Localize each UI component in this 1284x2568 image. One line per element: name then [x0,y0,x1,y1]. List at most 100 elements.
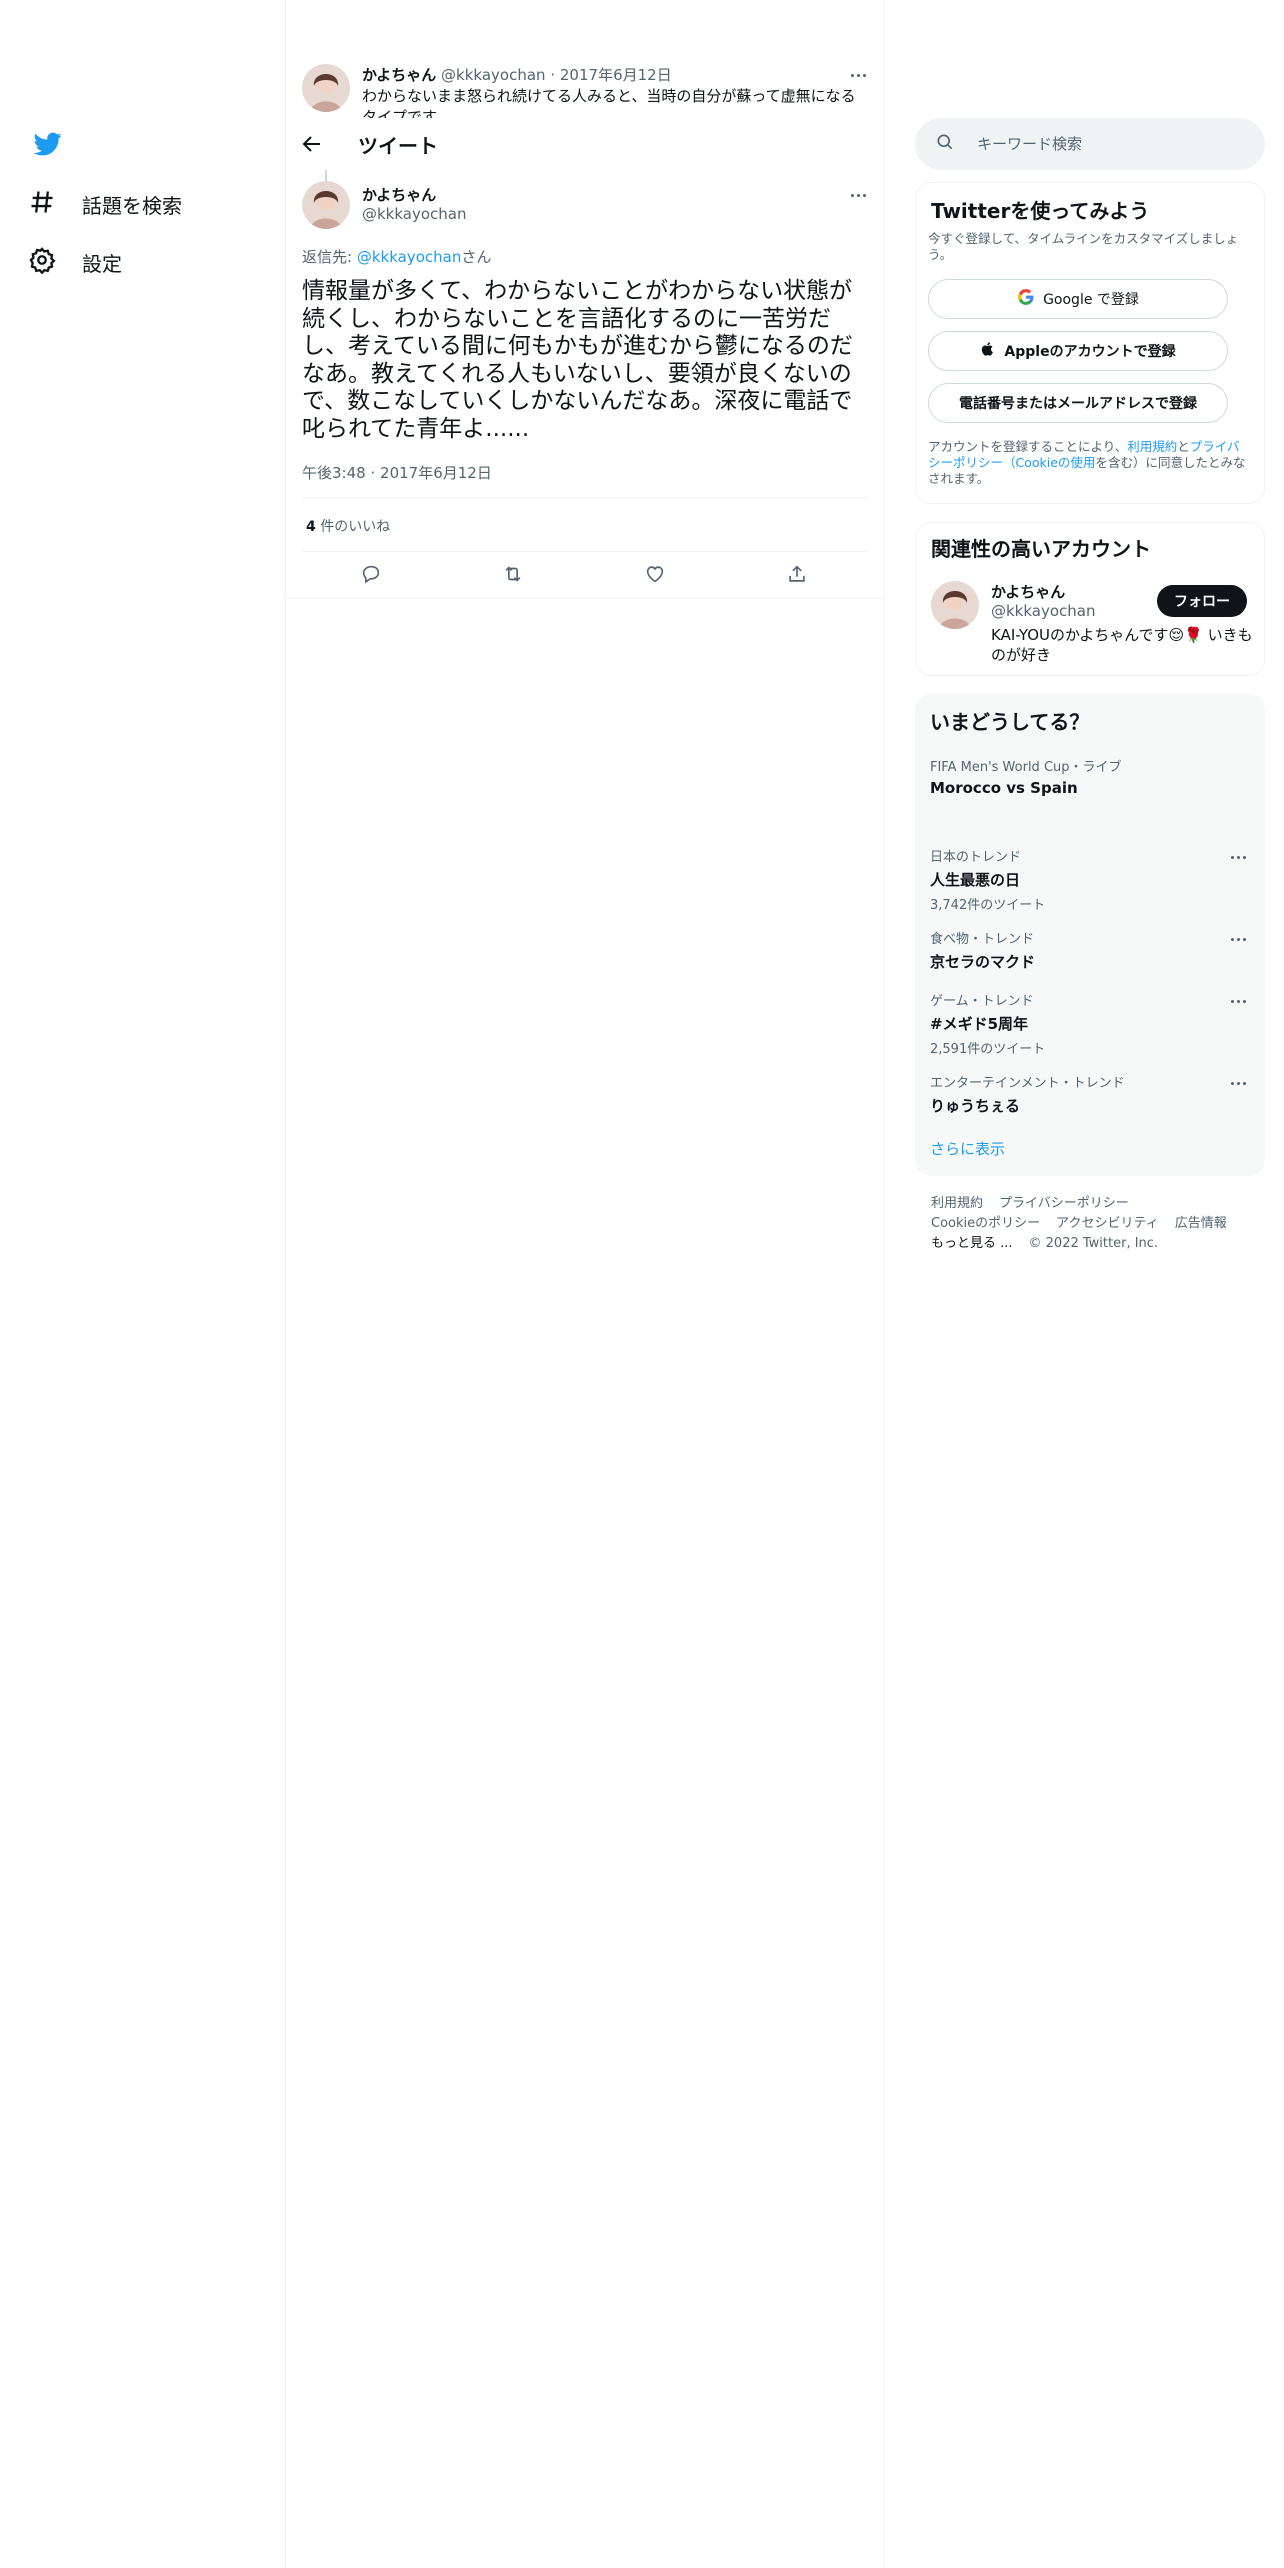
trend-item[interactable]: ゲーム・トレンド #メギド5周年 2,591件のツイート [930,990,1250,1057]
signup-subtitle: 今すぐ登録して、タイムラインをカスタマイズしましょう。 [928,231,1239,262]
reply-to-line: 返信先: @kkkayochanさん [302,246,491,267]
related-title: 関連性の高いアカウント [931,537,1151,561]
signup-card: Twitterを使ってみよう 今すぐ登録して、タイムラインをカスタマイズしましょ… [915,182,1265,504]
signup-legal-text: アカウントを登録することにより、利用規約とプライバシーポリシー（Cookieの使… [928,439,1250,487]
signup-title: Twitterを使ってみよう [931,199,1150,223]
footer-cookie-link[interactable]: Cookieのポリシー [931,1216,1040,1231]
trend-context: ゲーム・トレンド [930,994,1034,1009]
search-icon [935,132,955,156]
google-icon [1017,288,1035,310]
trend-name: #メギド5周年 [930,1015,1029,1033]
legal-and: と [1177,439,1190,454]
footer-links: Cookieのポリシー アクセシビリティ 広告情報 [931,1212,1243,1231]
reply-icon[interactable] [360,563,382,589]
tweet-more-icon[interactable] [846,188,870,202]
search-bar[interactable] [915,118,1265,170]
trend-name: Morocco vs Spain [930,779,1078,797]
related-account-bio: KAI-YOUのかよちゃんです😌🌹 いきものが好き [991,626,1253,664]
footer-links: 利用規約 プライバシーポリシー [931,1192,1145,1211]
divider [286,598,884,599]
show-more-link[interactable]: さらに表示 [930,1138,1005,1159]
tweet-body: 情報量が多くて、わからないことがわからない状態が続くし、わからないことを言語化す… [302,278,853,442]
terms-link[interactable]: 利用規約 [1127,439,1177,454]
parent-tweet-text: わからないまま怒られ続けてる人みると、当時の自分が蘇って虚無になるタイプです [362,87,856,118]
nav-explore[interactable]: 話題を検索 [28,182,182,226]
right-column-divider [884,0,885,2568]
divider [302,497,868,498]
trend-more-icon[interactable] [1226,994,1250,1008]
tweet-avatar[interactable] [302,181,350,229]
google-signup-label: Google で登録 [1043,292,1139,308]
trend-item[interactable]: FIFA Men's World Cup・ライブ Morocco vs Spai… [930,756,1250,797]
tweet-timestamp[interactable]: 午後3:48 · 2017年6月12日 [302,462,492,483]
retweet-icon[interactable] [502,563,524,589]
trend-context: FIFA Men's World Cup・ライブ [930,760,1122,775]
phone-email-signup-label: 電話番号またはメールアドレスで登録 [959,396,1197,412]
gear-icon [28,246,56,279]
twitter-logo-icon[interactable] [32,130,64,158]
trend-context: 食べ物・トレンド [930,932,1035,947]
apple-signup-button[interactable]: Appleのアカウントで登録 [928,331,1228,371]
trends-card: いまどうしてる？ FIFA Men's World Cup・ライブ Morocc… [915,694,1265,1176]
tweet-actions [302,552,868,598]
related-account-handle[interactable]: @kkkayochan [991,602,1096,620]
footer-accessibility-link[interactable]: アクセシビリティ [1056,1216,1159,1231]
related-accounts-card: 関連性の高いアカウント かよちゃん @kkkayochan フォロー KAI-Y… [915,522,1265,676]
back-arrow-icon[interactable] [300,132,326,158]
phone-email-signup-button[interactable]: 電話番号またはメールアドレスで登録 [928,383,1228,423]
parent-tweet-header: かよちゃん @kkkayochan · 2017年6月12日 [362,64,672,85]
tweet-author-handle[interactable]: @kkkayochan [362,205,467,223]
tweet-meta-separator: · [370,464,376,482]
likes-count: 4 [306,519,316,535]
follow-button[interactable]: フォロー [1157,585,1247,617]
trend-context: エンターテインメント・トレンド [930,1076,1125,1091]
parent-author-handle[interactable]: @kkkayochan [441,66,546,84]
tweet-date: 2017年6月12日 [380,464,492,482]
parent-date[interactable]: 2017年6月12日 [560,66,672,84]
trend-item[interactable]: 日本のトレンド 人生最悪の日 3,742件のツイート [930,846,1250,913]
footer-more-link[interactable]: もっと見る ... [931,1236,1013,1251]
trend-context: 日本のトレンド [930,850,1022,865]
trend-more-icon[interactable] [1226,932,1250,946]
tweet-header-bar: ツイート [286,118,884,172]
tweet-time: 午後3:48 [302,464,366,482]
apple-icon [980,340,996,362]
trends-title: いまどうしてる？ [930,710,1090,734]
google-signup-button[interactable]: Google で登録 [928,279,1228,319]
reply-suffix: さん [461,248,492,266]
likes-label: 件のいいね [320,519,391,535]
left-column-divider [285,0,286,2568]
hashtag-icon [28,188,56,221]
footer-copyright: © 2022 Twitter, Inc. [1028,1236,1159,1251]
search-input[interactable] [977,135,1237,153]
trend-item[interactable]: 食べ物・トレンド 京セラのマクド [930,928,1250,972]
related-account-avatar[interactable] [931,581,979,629]
trend-name: 京セラのマクド [930,953,1036,971]
related-account-name[interactable]: かよちゃん [991,581,1065,602]
tweet-author-name[interactable]: かよちゃん [362,184,436,205]
apple-signup-label: Appleのアカウントで登録 [1004,344,1176,360]
trend-item[interactable]: エンターテインメント・トレンド りゅうちぇる [930,1072,1250,1116]
trend-more-icon[interactable] [1226,1076,1250,1090]
legal-prefix: アカウントを登録することにより、 [928,439,1128,454]
nav-settings-label: 設定 [82,251,122,276]
parent-separator: · [550,66,556,84]
parent-more-icon[interactable] [846,68,870,82]
footer-links: もっと見る ... © 2022 Twitter, Inc. [931,1232,1174,1251]
follow-button-label: フォロー [1174,594,1230,610]
parent-tweet-avatar[interactable] [302,64,350,112]
parent-author-name[interactable]: かよちゃん [362,66,436,84]
like-icon[interactable] [644,563,666,589]
trend-more-icon[interactable] [1226,850,1250,864]
footer-ads-link[interactable]: 広告情報 [1175,1216,1227,1231]
footer-terms-link[interactable]: 利用規約 [931,1196,983,1211]
trend-count: 3,742件のツイート [930,898,1046,913]
trend-name: りゅうちぇる [930,1097,1021,1115]
trend-count: 2,591件のツイート [930,1042,1046,1057]
nav-settings[interactable]: 設定 [28,240,122,284]
page-title: ツイート [358,134,438,158]
share-icon[interactable] [786,563,808,589]
reply-handle-link[interactable]: @kkkayochan [357,248,462,266]
footer-privacy-link[interactable]: プライバシーポリシー [999,1196,1129,1211]
likes-stat[interactable]: 4 件のいいね [306,516,390,536]
